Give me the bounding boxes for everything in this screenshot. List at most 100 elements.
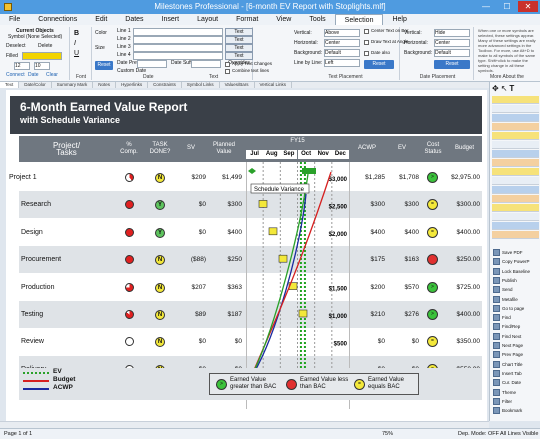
menu-dates[interactable]: Dates [116, 14, 152, 25]
menu-layout[interactable]: Layout [188, 14, 227, 25]
menu-selection[interactable]: Selection [334, 14, 384, 25]
underline-icon[interactable]: U [74, 50, 79, 57]
zoom-select[interactable]: 10 [34, 62, 50, 70]
horizontal-scrollbar[interactable] [0, 421, 489, 428]
summary-bar[interactable] [302, 168, 316, 174]
toolbox-bookmark[interactable]: Bookmark [492, 406, 539, 415]
toolbox-cur-date[interactable]: Cur. Date [492, 378, 539, 387]
delete-button[interactable]: Delete [38, 43, 52, 49]
reset-date-placement-button[interactable]: Reset [434, 60, 470, 69]
line3-input[interactable] [133, 44, 223, 52]
toolbox-save-pdf[interactable]: Save PDF [492, 248, 539, 257]
menu-format[interactable]: Format [227, 14, 267, 25]
tab-summary-mark[interactable]: Summary Mark [52, 82, 94, 88]
tab-text[interactable]: Text [0, 82, 20, 88]
task-bar[interactable] [298, 309, 308, 318]
date-also-checkbox[interactable] [364, 51, 369, 56]
menu-help[interactable]: Help [383, 14, 415, 25]
tab-notes[interactable]: Notes [93, 82, 117, 88]
symbol-tool[interactable] [492, 132, 539, 140]
toolbox-theme[interactable]: Theme [492, 388, 539, 397]
apply-text-checkbox[interactable] [225, 62, 230, 67]
toolbox-prev-page[interactable]: Prev Page [492, 350, 539, 359]
minimize-button[interactable]: — [476, 1, 496, 12]
italic-icon[interactable]: I [74, 40, 76, 47]
text-overrides-2-button[interactable]: Text Overrides [225, 36, 253, 50]
menu-tools[interactable]: Tools [300, 14, 334, 25]
toolbox-send[interactable]: Send [492, 285, 539, 294]
dp-background-select[interactable]: Default [434, 49, 470, 57]
date-button[interactable]: Date [28, 72, 39, 78]
toolbox-lock-baseline[interactable]: Lock Baseline [492, 267, 539, 276]
menu-edit[interactable]: Edit [86, 14, 116, 25]
toolbox-metafile[interactable]: Metafile [492, 295, 539, 304]
center-text-checkbox[interactable] [364, 29, 369, 34]
tab-values-bars[interactable]: Values/Bars [220, 82, 255, 88]
symbol-tool[interactable] [492, 204, 539, 212]
deselect-button[interactable]: Deselect [6, 43, 25, 49]
symbol-tool[interactable] [492, 195, 539, 203]
symbol-tool[interactable] [492, 141, 539, 149]
date-prefix-input[interactable] [137, 60, 167, 68]
task-bar[interactable] [278, 254, 288, 263]
line-by-line-select[interactable]: Left [324, 59, 360, 67]
symbol-tool[interactable] [492, 114, 539, 122]
symbol-tool[interactable] [492, 231, 539, 239]
toolbox-publish[interactable]: Publish [492, 276, 539, 285]
tab-hyperlinks[interactable]: Hyperlinks [116, 82, 149, 88]
task-bar[interactable] [258, 200, 268, 208]
reset-text-placement-button[interactable]: Reset [364, 60, 394, 69]
dp-horizontal-select[interactable]: Center [434, 39, 470, 47]
toolbox-chart-title[interactable]: Chart Title [492, 360, 539, 369]
symbol-tool[interactable] [492, 177, 539, 185]
menu-file[interactable]: File [0, 14, 29, 25]
line1-input[interactable] [133, 28, 223, 36]
symbol-tool[interactable] [492, 105, 539, 113]
symbol-tool[interactable] [492, 159, 539, 167]
dp-vertical-select[interactable]: Hide [434, 29, 470, 37]
menu-insert[interactable]: Insert [153, 14, 189, 25]
fill-color-field[interactable] [22, 52, 62, 60]
symbol-tool[interactable] [492, 168, 539, 176]
menu-view[interactable]: View [267, 14, 300, 25]
symbol-tool[interactable] [492, 96, 539, 104]
date-suffix-input[interactable] [191, 60, 221, 68]
symbol-tool[interactable] [492, 213, 539, 221]
symbol-tool[interactable] [492, 123, 539, 131]
toolbox-find-rep[interactable]: Find/Rep [492, 322, 539, 331]
text-overrides-1-button[interactable]: Text Overrides [225, 28, 253, 42]
clear-button[interactable]: Clear [46, 72, 58, 78]
vertical-select[interactable]: Above [324, 29, 360, 37]
symbol-tool[interactable] [492, 186, 539, 194]
tab-vertical-links[interactable]: Vertical Links [255, 82, 293, 88]
pan-icon[interactable]: ✥ [492, 84, 499, 94]
symbol-tool[interactable] [492, 150, 539, 158]
toolbox-go-to-page[interactable]: Go to page [492, 304, 539, 313]
draw-text-checkbox[interactable] [364, 40, 369, 45]
reset-font-button[interactable]: Reset [95, 61, 113, 70]
line2-input[interactable] [133, 36, 223, 44]
text-tool-icon[interactable]: T [509, 84, 514, 94]
horizontal-select[interactable]: Center [324, 39, 360, 47]
connect-button[interactable]: Connect [6, 72, 25, 78]
toolbox-find-next[interactable]: Find Next [492, 332, 539, 341]
font-size-select[interactable]: 12 [14, 62, 30, 70]
close-button[interactable]: ✕ [518, 1, 538, 12]
background-select[interactable]: Default [324, 49, 360, 57]
task-bar[interactable] [268, 227, 278, 236]
text-overrides-3-button[interactable]: Text Overrides [225, 44, 253, 58]
toolbox-next-page[interactable]: Next Page [492, 341, 539, 350]
toolbox-find[interactable]: Find [492, 313, 539, 322]
pointer-icon[interactable]: ↖ [501, 84, 508, 94]
tab-symbol-links[interactable]: Symbol Links [182, 82, 220, 88]
tab-constraints[interactable]: Constraints [148, 82, 182, 88]
menu-connections[interactable]: Connections [29, 14, 86, 25]
text-overrides-4-button[interactable]: Text Overrides [225, 52, 253, 66]
tab-date-color[interactable]: Date/Color [19, 82, 52, 88]
toolbox-insert-tab[interactable]: Insert Tab [492, 369, 539, 378]
bold-icon[interactable]: B [74, 30, 79, 37]
toolbox-filter[interactable]: Filter [492, 397, 539, 406]
toolbox-copy-powerp[interactable]: Copy PowerP [492, 257, 539, 266]
line4-input[interactable] [133, 52, 223, 60]
maximize-button[interactable]: ☐ [497, 1, 517, 12]
